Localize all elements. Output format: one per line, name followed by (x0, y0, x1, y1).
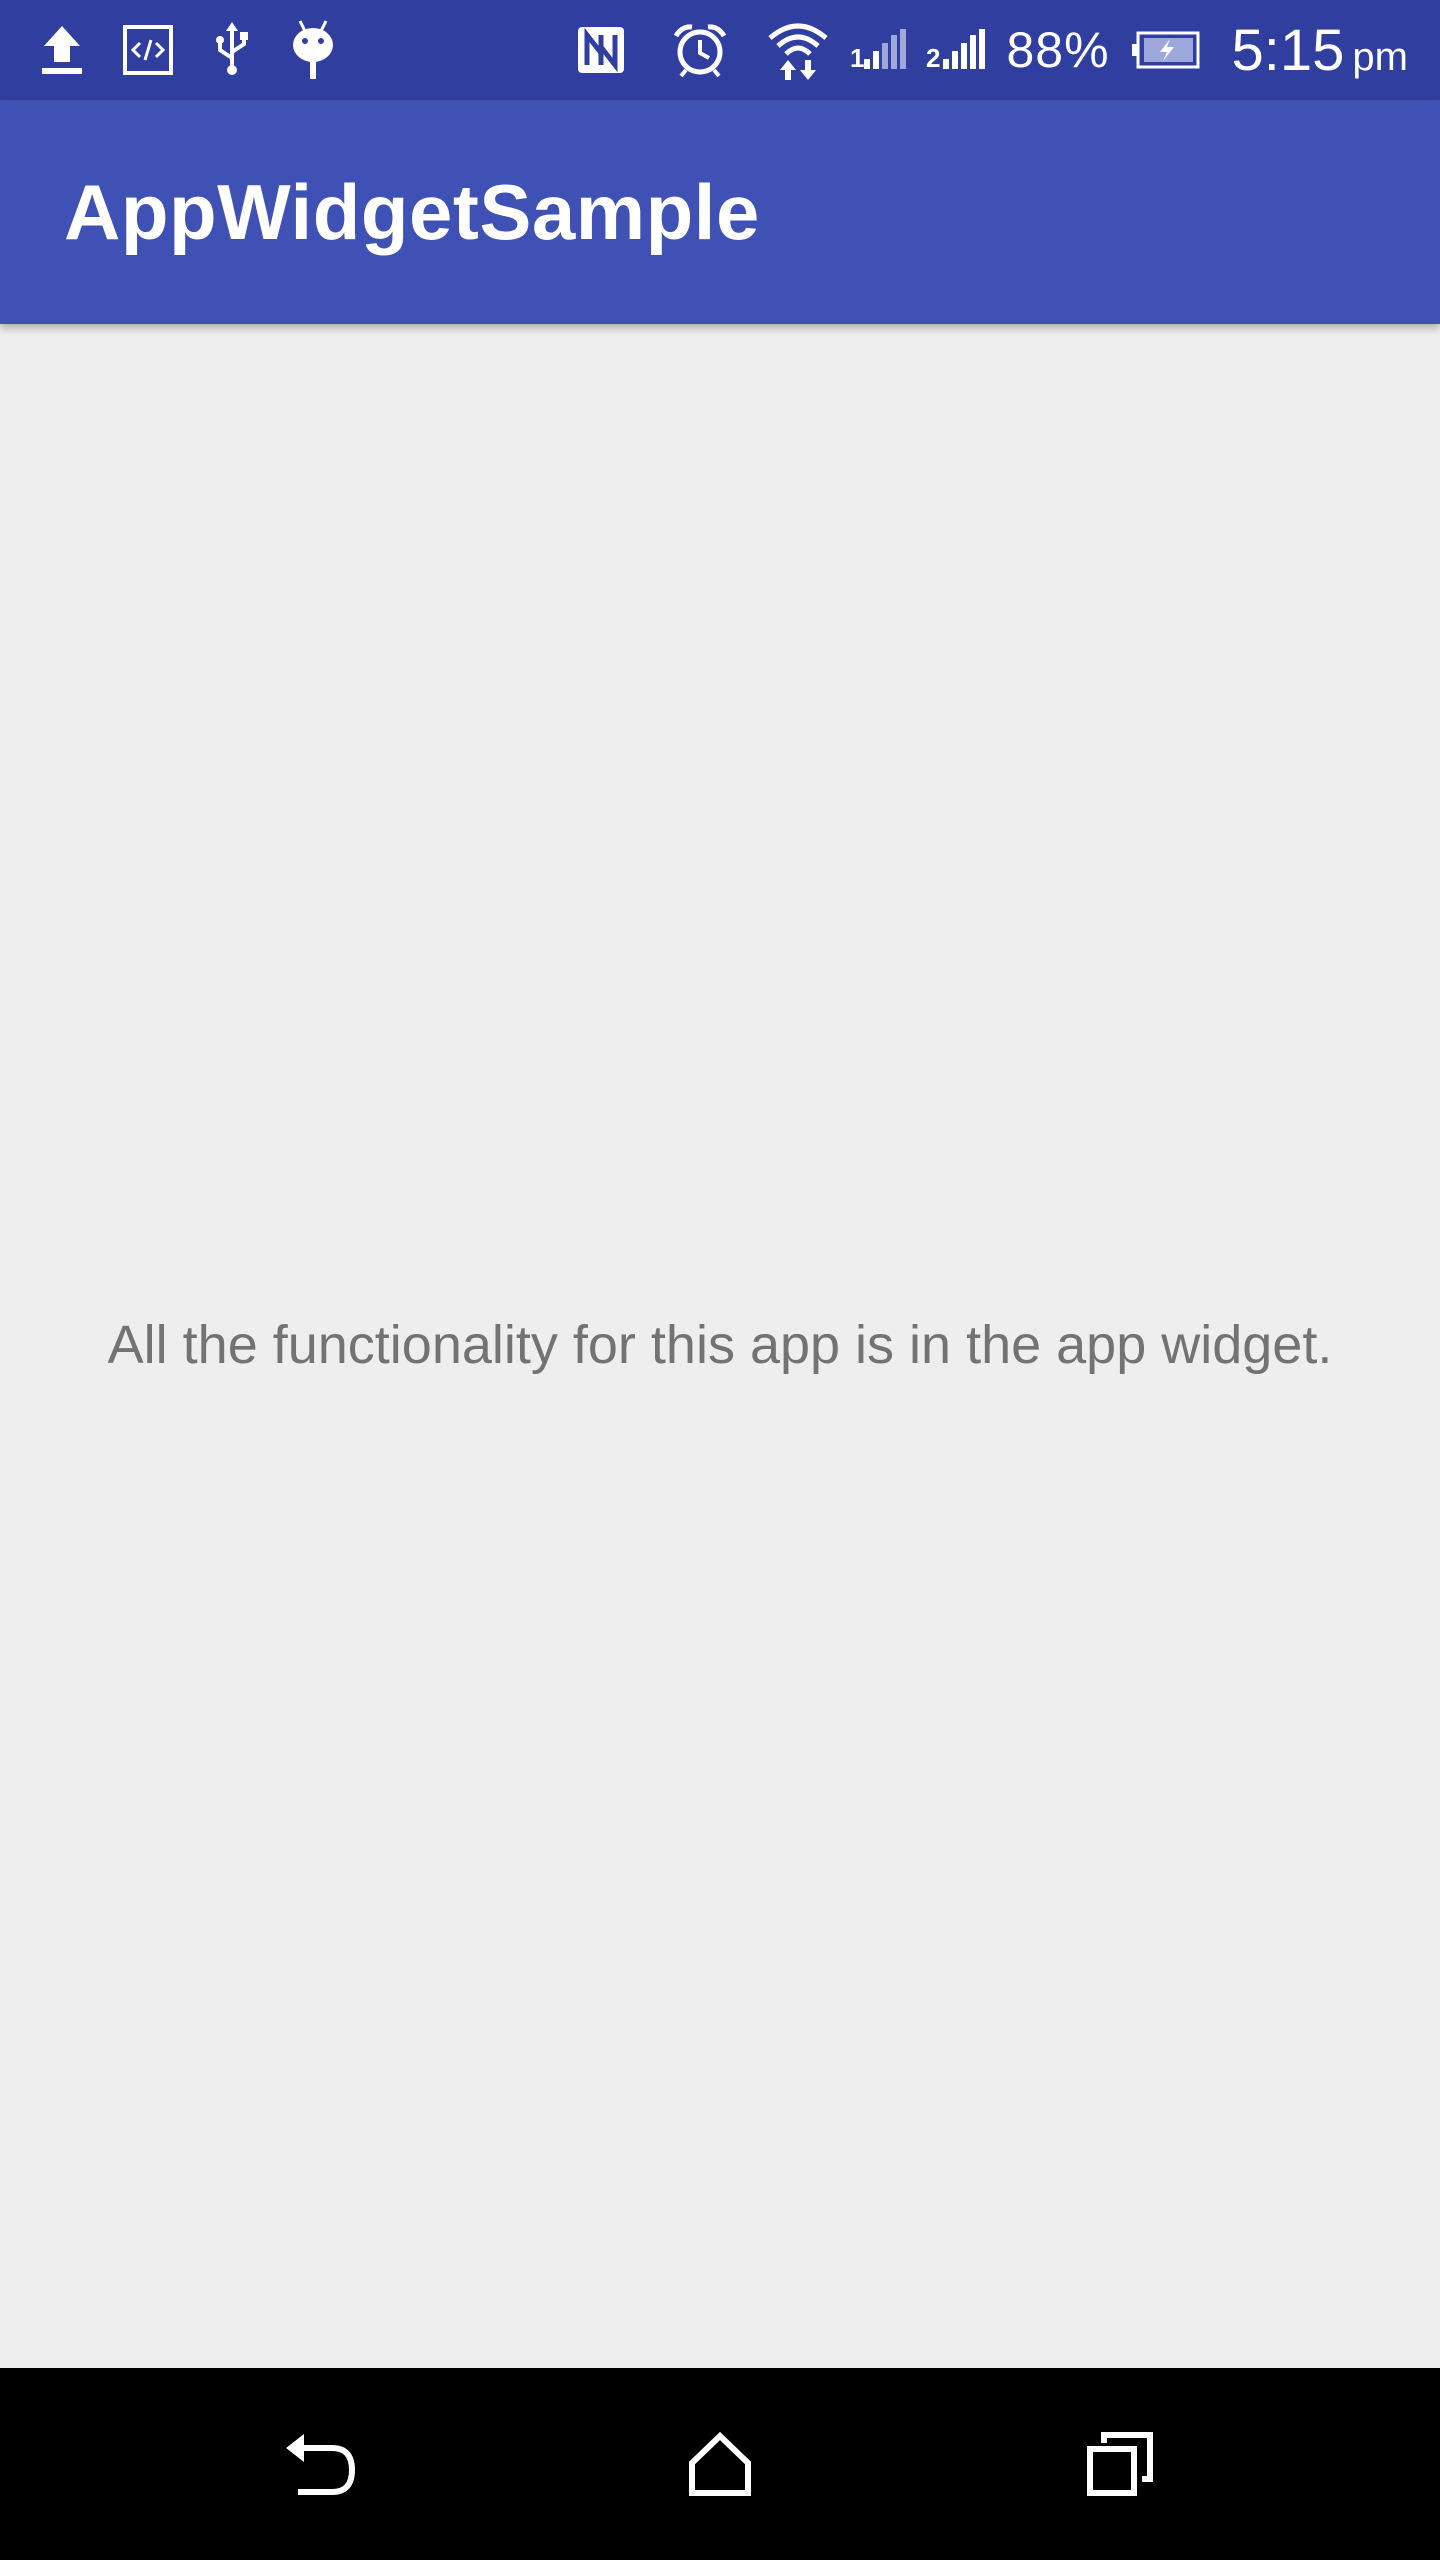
app-screen: 1 2 88% 5:15 pm AppWidgetSample All the … (0, 0, 1440, 2560)
app-bar: AppWidgetSample (0, 100, 1440, 324)
wifi-icon (766, 18, 830, 82)
status-bar-system: 1 2 88% 5:15 pm (576, 0, 1408, 100)
main-content: All the functionality for this app is in… (0, 324, 1440, 2368)
app-title: AppWidgetSample (64, 167, 760, 256)
navigation-bar (0, 2368, 1440, 2560)
svg-text:2: 2 (926, 43, 940, 71)
clock-ampm: pm (1352, 34, 1408, 79)
status-bar: 1 2 88% 5:15 pm (0, 0, 1440, 100)
signal-sim2-icon: 2 (926, 29, 986, 71)
alarm-icon (672, 22, 728, 78)
battery-charging-icon (1130, 30, 1200, 70)
svg-text:1: 1 (850, 43, 864, 71)
upload-icon (40, 24, 84, 76)
status-bar-notifications (40, 0, 336, 100)
signal-sim1-icon: 1 (850, 29, 907, 71)
nfc-icon (576, 25, 626, 75)
code-icon (122, 24, 174, 76)
back-button[interactable] (220, 2368, 420, 2560)
info-message: All the functionality for this app is in… (107, 1315, 1333, 1375)
clock-time: 5:15 (1231, 17, 1345, 83)
recents-button[interactable] (1020, 2368, 1220, 2560)
status-clock: 5:15 pm (1232, 17, 1408, 84)
usb-icon (212, 22, 252, 78)
back-icon (282, 2430, 358, 2498)
android-debug-icon (290, 19, 336, 81)
home-icon (687, 2431, 753, 2497)
battery-percentage: 88% (1006, 22, 1110, 78)
recents-icon (1086, 2431, 1154, 2497)
home-button[interactable] (620, 2368, 820, 2560)
